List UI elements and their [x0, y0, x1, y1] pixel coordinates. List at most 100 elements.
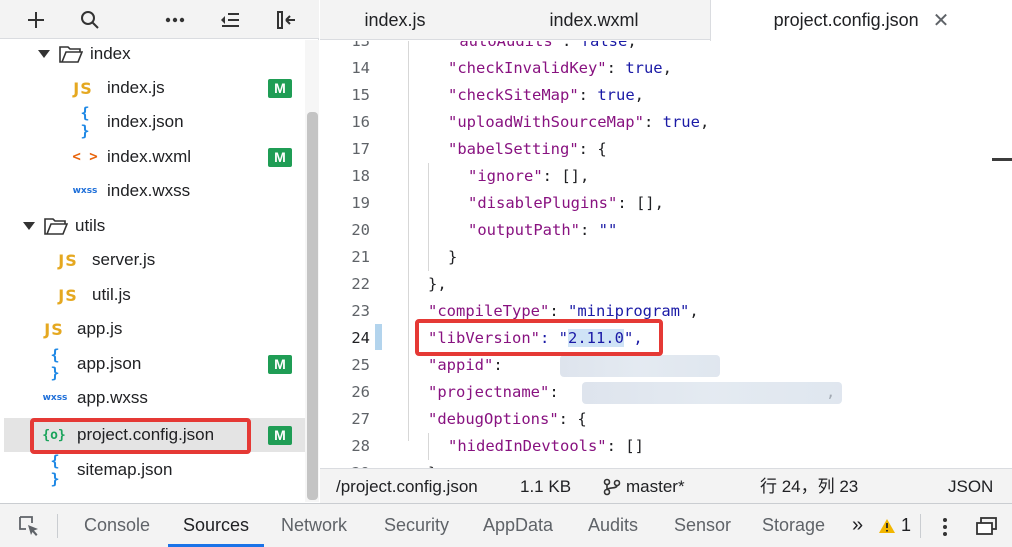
json-file-icon: { } [50, 346, 60, 382]
tab-network[interactable]: Network [281, 504, 347, 547]
inspect-element-icon[interactable] [18, 515, 40, 537]
code-line-16: "uploadWithSourceMap": true, [448, 113, 710, 131]
code-line-20: "outputPath": "" [468, 221, 618, 239]
tree-item-label: server.js [92, 250, 156, 269]
code-line-17: "babelSetting": { [448, 140, 607, 158]
line-number: 22 [351, 275, 370, 293]
modified-badge: M [268, 425, 292, 445]
wxss-file-icon: wxss [42, 393, 68, 403]
line-number-current: 24 [351, 329, 370, 347]
current-line-marker [375, 324, 382, 350]
tab-index-wxml[interactable]: index.wxml [510, 0, 678, 40]
devtools-tabbar: Console Sources Network Security AppData… [0, 503, 1012, 547]
code-line-18: "ignore": [], [468, 167, 590, 185]
code-line-22: }, [428, 275, 447, 293]
tree-item-label: app.wxss [77, 388, 148, 407]
tree-item-label: app.json [77, 354, 142, 373]
warning-icon[interactable] [878, 518, 896, 534]
line-number: 13 [351, 41, 370, 50]
code-editor[interactable]: 13 14 15 16 17 18 19 20 21 22 23 24 25 2… [320, 41, 1012, 468]
indent-guide [428, 163, 429, 271]
file-index-json[interactable]: { } index.json [4, 104, 305, 140]
annotation-box-libversion [415, 319, 663, 356]
tab-label: index.wxml [549, 9, 639, 30]
folder-index[interactable]: index [4, 40, 305, 71]
tree-item-label: index.wxss [107, 181, 191, 200]
file-app-json[interactable]: { } app.json M [4, 346, 305, 382]
tree-item-label: index.wxml [107, 147, 192, 166]
line-number: 17 [351, 140, 370, 158]
js-file-icon: JS [44, 319, 64, 339]
overview-ruler-mark [992, 158, 1012, 161]
chevron-down-icon[interactable] [38, 49, 50, 59]
file-index-wxml[interactable]: < > index.wxml M [4, 140, 305, 174]
add-icon[interactable] [16, 0, 56, 39]
split-panel-icon[interactable] [266, 0, 306, 39]
git-branch-icon [603, 478, 621, 496]
line-number-gutter: 13 14 15 16 17 18 19 20 21 22 23 24 25 2… [320, 41, 400, 468]
js-file-icon: JS [58, 250, 78, 270]
file-app-wxss[interactable]: wxss app.wxss [4, 381, 305, 415]
sidebar-scrollbar-thumb[interactable] [307, 112, 318, 500]
line-number: 21 [351, 248, 370, 266]
tab-console[interactable]: Console [84, 504, 150, 547]
file-util-js[interactable]: JS util.js [4, 278, 305, 312]
file-index-js[interactable]: JS index.js M [4, 71, 305, 105]
status-cursor-position[interactable]: 行 24，列 23 [760, 469, 858, 504]
indent-guide [408, 41, 409, 441]
file-server-js[interactable]: JS server.js [4, 243, 305, 277]
status-language[interactable]: JSON [948, 469, 993, 504]
json-file-icon: { } [80, 104, 90, 140]
warning-count[interactable]: 1 [901, 504, 911, 547]
code-line-27: "debugOptions": { [428, 410, 587, 428]
js-file-icon: JS [58, 285, 78, 305]
code-line-19: "disablePlugins": [], [468, 194, 664, 212]
line-number: 19 [351, 194, 370, 212]
chevron-down-icon[interactable] [23, 221, 35, 231]
kebab-menu-icon[interactable] [942, 517, 948, 537]
collapse-all-icon[interactable] [210, 0, 250, 39]
modified-badge: M [268, 78, 292, 98]
modified-badge: M [268, 354, 292, 374]
undock-icon[interactable] [976, 517, 998, 535]
tab-security[interactable]: Security [384, 504, 449, 547]
file-tree: index JS index.js M { } index.json < > i… [4, 40, 305, 502]
file-app-js[interactable]: JS app.js [4, 312, 305, 346]
more-icon[interactable] [155, 0, 195, 39]
tree-item-label: index [90, 44, 131, 63]
line-number: 28 [351, 437, 370, 455]
more-tabs-icon[interactable]: » [852, 504, 863, 547]
tab-label: index.js [364, 9, 426, 30]
tab-project-config-json[interactable]: project.config.json ✕ [710, 0, 1012, 41]
line-number: 14 [351, 59, 370, 77]
line-number: 26 [351, 383, 370, 401]
tab-sensor[interactable]: Sensor [674, 504, 731, 547]
modified-badge: M [268, 147, 292, 167]
line-number: 23 [351, 302, 370, 320]
tree-item-label: sitemap.json [77, 460, 173, 479]
tab-audits[interactable]: Audits [588, 504, 638, 547]
editor-tabbar: index.js index.wxml project.config.json … [320, 0, 1012, 41]
tree-item-label: app.js [77, 319, 123, 338]
toolbar-divider [920, 514, 921, 538]
tree-item-label: utils [75, 216, 106, 235]
tree-item-label: index.js [107, 78, 165, 97]
code-line-28: "hidedInDevtools": [] [448, 437, 644, 455]
file-index-wxss[interactable]: wxss index.wxss [4, 174, 305, 208]
search-icon[interactable] [70, 0, 110, 39]
file-sitemap-json[interactable]: { } sitemap.json [4, 452, 305, 488]
tab-storage[interactable]: Storage [762, 504, 825, 547]
tab-index-js[interactable]: index.js [320, 0, 470, 40]
folder-utils[interactable]: utils [4, 209, 305, 243]
status-git-branch[interactable]: master* [626, 469, 685, 504]
close-icon[interactable]: ✕ [933, 8, 950, 33]
line-number: 16 [351, 113, 370, 131]
tab-sources[interactable]: Sources [183, 504, 249, 547]
tree-item-label: util.js [92, 285, 131, 304]
line-number: 18 [351, 167, 370, 185]
line-number: 29 [320, 460, 370, 468]
tab-appdata[interactable]: AppData [483, 504, 553, 547]
code-line-14: "checkInvalidKey": true, [448, 59, 672, 77]
code-line-15: "checkSiteMap": true, [448, 86, 644, 104]
toolbar-divider [57, 514, 58, 538]
